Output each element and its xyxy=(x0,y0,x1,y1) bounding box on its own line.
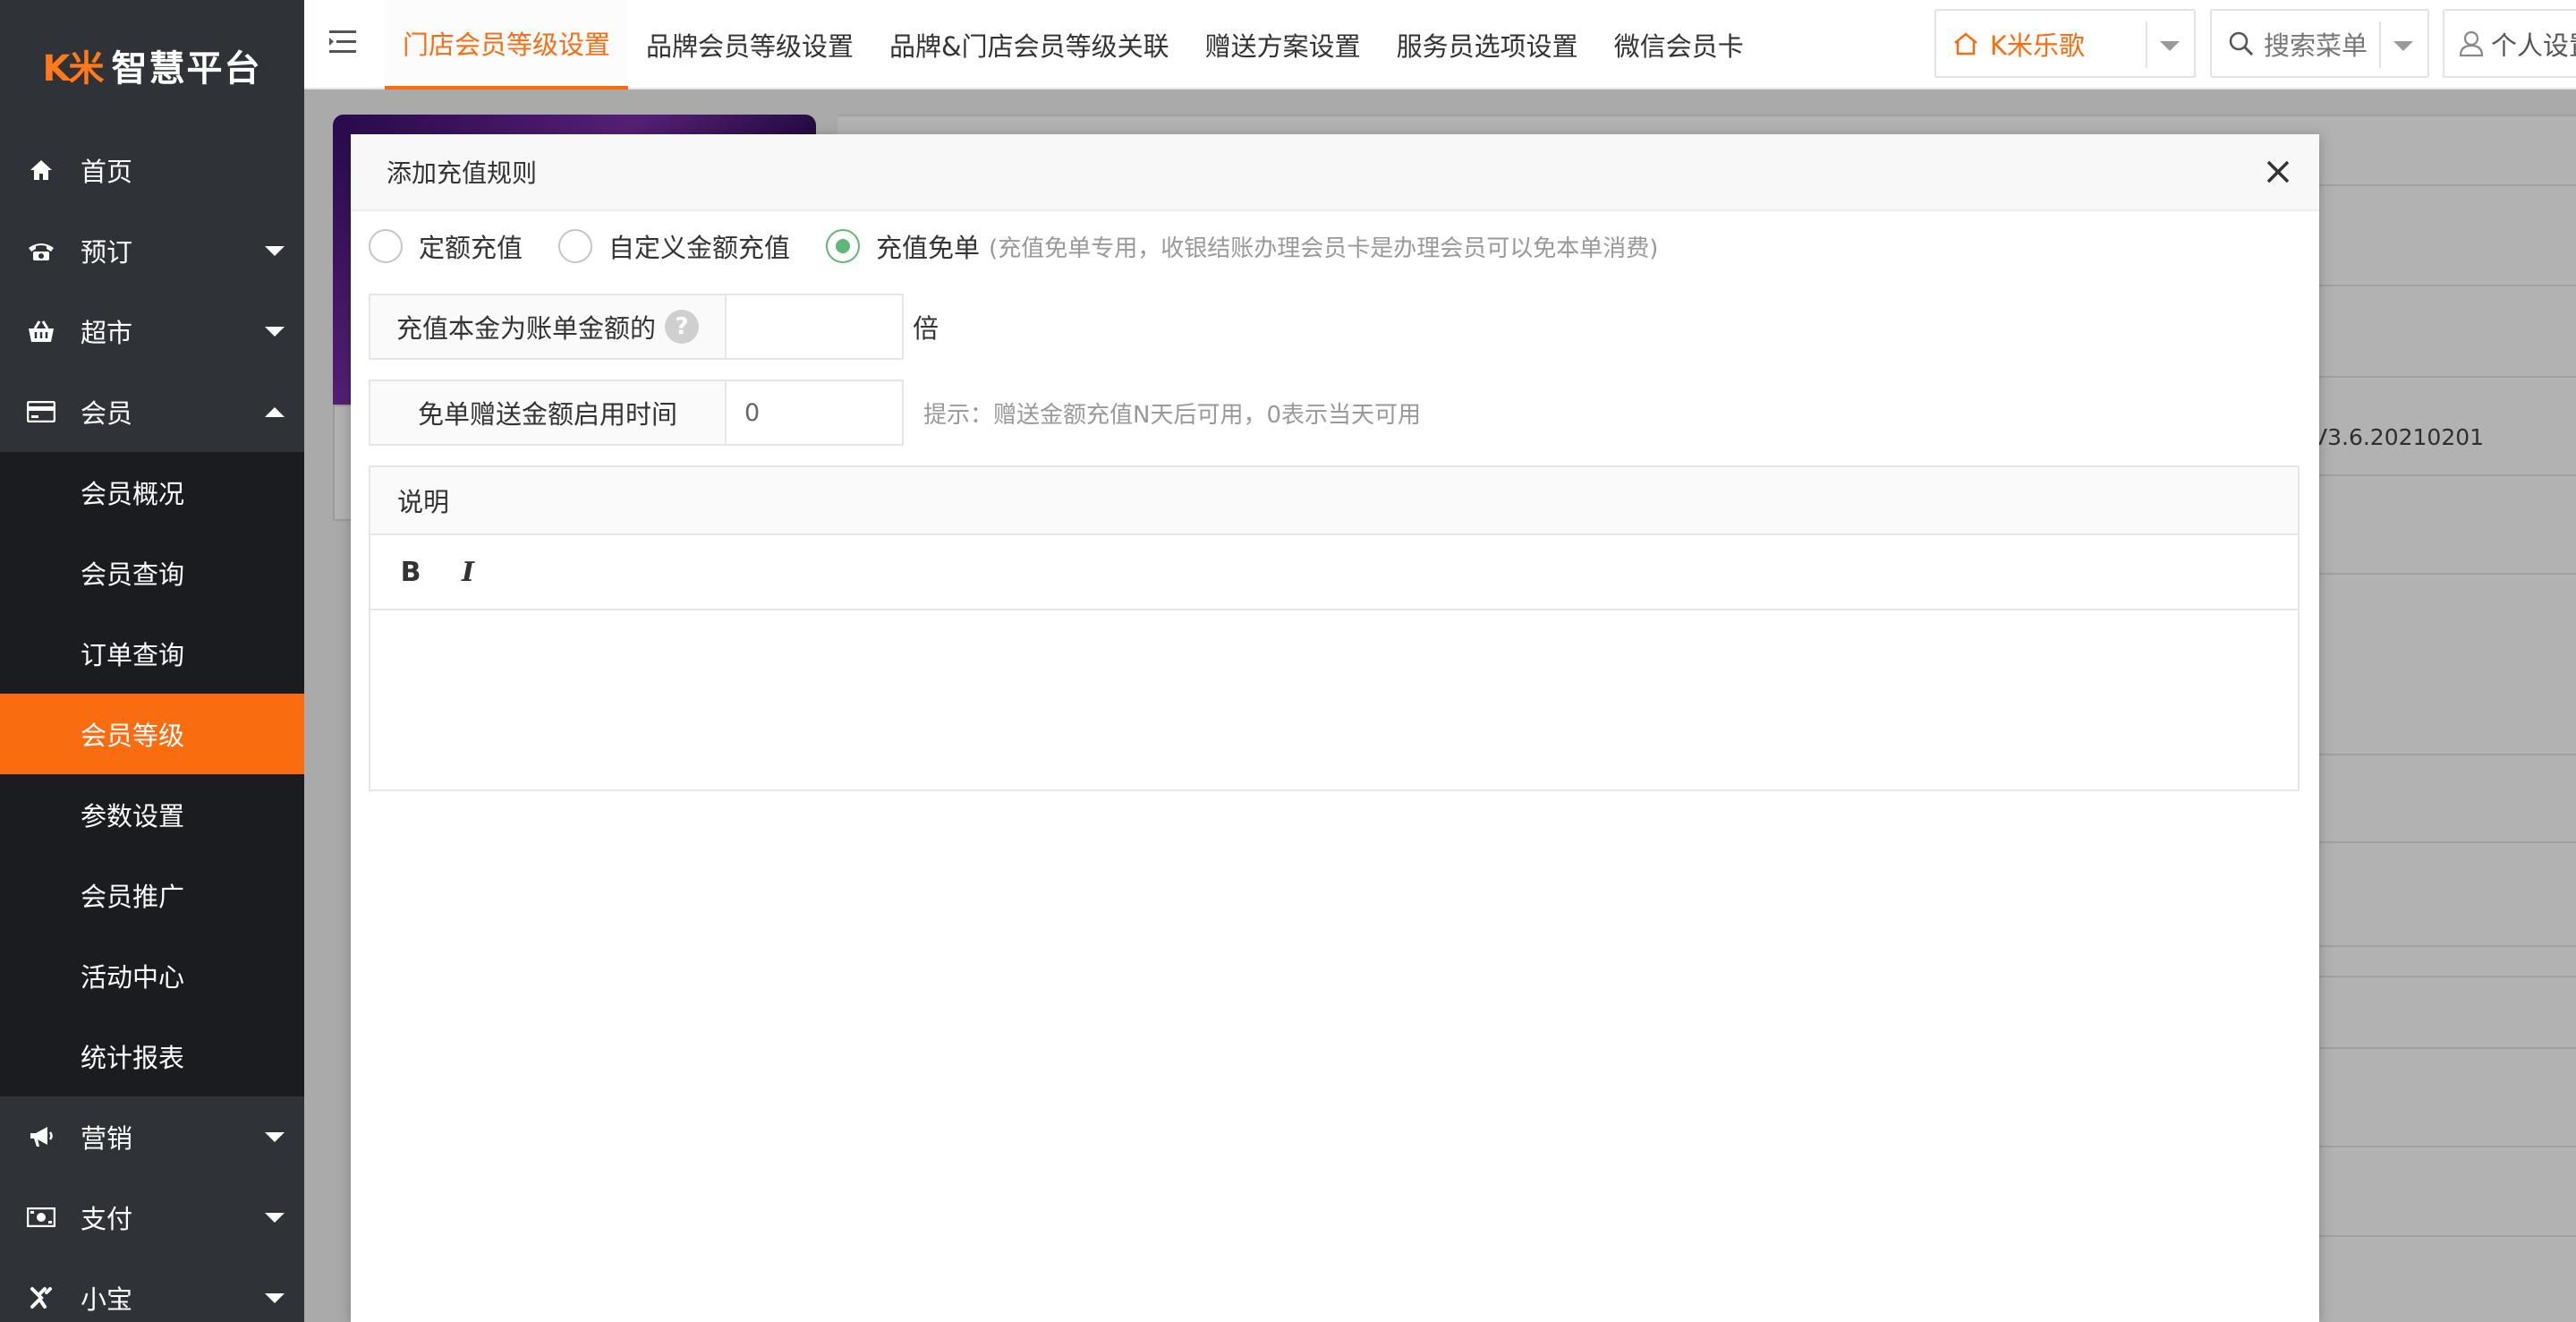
search-icon xyxy=(2228,30,2255,57)
chevron-down-icon xyxy=(265,327,285,337)
tab-gift-plan[interactable]: 赠送方案设置 xyxy=(1187,0,1379,90)
recharge-type-group: 定额充值 自定义金额充值 充值免单 (充值免单专用，收银结账办理会员卡是办理会员… xyxy=(369,224,1658,269)
divider xyxy=(2146,21,2147,68)
submenu-item-promotion[interactable]: 会员推广 xyxy=(0,855,304,935)
sidebar-item-marketing[interactable]: 营销 xyxy=(0,1096,304,1177)
radio-circle xyxy=(558,229,593,263)
description-text-area[interactable] xyxy=(370,610,2298,789)
radio-fixed-recharge[interactable]: 定额充值 xyxy=(369,227,523,265)
profile-settings-button[interactable]: 个人设置 xyxy=(2443,9,2576,78)
radio-free-bill[interactable]: 充值免单 xyxy=(826,227,980,265)
form-row-multiple: 充值本金为账单金额的 ? 倍 xyxy=(369,294,939,360)
bold-button[interactable]: B xyxy=(397,557,424,588)
sidebar-item-member[interactable]: 会员 xyxy=(0,371,304,452)
delay-days-input[interactable]: 0 xyxy=(727,380,904,446)
chevron-down-icon xyxy=(2393,41,2413,51)
home-outline-icon xyxy=(1952,31,1979,56)
field-label-text: 充值本金为账单金额的 xyxy=(395,313,656,344)
field-tip: 提示：赠送金额充值N天后可用，0表示当天可用 xyxy=(923,401,1421,429)
sidebar-item-label: 会员 xyxy=(81,398,133,429)
editor-toolbar: B I xyxy=(370,535,2298,610)
menu-search[interactable]: 搜索菜单 xyxy=(2210,9,2429,78)
chevron-down-icon xyxy=(265,1213,285,1223)
megaphone-icon xyxy=(27,1122,55,1151)
home-icon xyxy=(27,156,55,184)
tab-bar: 门店会员等级设置 品牌会员等级设置 品牌&门店会员等级关联 赠送方案设置 服务员… xyxy=(385,0,1762,90)
radio-circle-checked xyxy=(826,229,861,263)
chevron-down-icon xyxy=(265,1132,285,1142)
radio-hint: (充值免单专用，收银结账办理会员卡是办理会员可以免本单消费) xyxy=(989,235,1659,262)
tab-brand-level[interactable]: 品牌会员等级设置 xyxy=(628,0,871,90)
logo: K米 智慧平台 xyxy=(0,0,304,130)
form-row-delay: 免单赠送金额启用时间 0 提示：赠送金额充值N天后可用，0表示当天可用 xyxy=(369,380,1421,446)
menu-toggle-icon[interactable] xyxy=(329,29,360,55)
store-name: K米乐歌 xyxy=(1990,30,2086,61)
submenu-item-activity[interactable]: 活动中心 xyxy=(0,935,304,1016)
dialog-title: 添加充值规则 xyxy=(387,158,538,188)
radio-label: 定额充值 xyxy=(419,233,523,263)
help-icon[interactable]: ? xyxy=(665,310,699,344)
sidebar-item-label: 预订 xyxy=(81,237,133,268)
logo-mark: K米 xyxy=(42,47,105,90)
sidebar-item-label: 小宝 xyxy=(81,1284,133,1315)
card-icon xyxy=(27,397,55,426)
tab-store-level[interactable]: 门店会员等级设置 xyxy=(385,0,629,90)
profile-label: 个人设置 xyxy=(2491,30,2576,61)
top-bar: 门店会员等级设置 品牌会员等级设置 品牌&门店会员等级关联 赠送方案设置 服务员… xyxy=(304,0,2576,90)
field-label: 充值本金为账单金额的 ? xyxy=(369,294,727,360)
chevron-down-icon xyxy=(2160,41,2180,51)
add-recharge-rule-dialog: 添加充值规则 定额充值 自定义金额充值 充值免单 (充值免单专用，收银结账办理会… xyxy=(351,134,2319,1322)
search-placeholder: 搜索菜单 xyxy=(2264,30,2368,61)
submenu-item-params[interactable]: 参数设置 xyxy=(0,774,304,855)
tab-waiter-options[interactable]: 服务员选项设置 xyxy=(1379,0,1596,90)
radio-custom-recharge[interactable]: 自定义金额充值 xyxy=(558,227,790,265)
logo-text: 智慧平台 xyxy=(111,47,262,90)
basket-icon xyxy=(27,317,55,345)
dialog-header: 添加充值规则 xyxy=(351,134,2319,211)
chevron-down-icon xyxy=(265,1293,285,1303)
sidebar-item-label: 支付 xyxy=(81,1204,133,1234)
chevron-up-icon xyxy=(265,407,285,417)
phone-icon xyxy=(27,236,55,265)
radio-label: 自定义金额充值 xyxy=(608,233,791,263)
submenu-item-level[interactable]: 会员等级 xyxy=(0,694,304,774)
description-editor: 说明 B I xyxy=(369,465,2300,791)
chevron-down-icon xyxy=(265,246,285,256)
sidebar-item-label: 首页 xyxy=(81,157,133,187)
sidebar-item-booking[interactable]: 预订 xyxy=(0,210,304,291)
tab-wechat-card[interactable]: 微信会员卡 xyxy=(1596,0,1762,90)
multiple-input[interactable] xyxy=(727,294,904,360)
sidebar-item-label: 超市 xyxy=(81,318,133,348)
submenu-item-orders[interactable]: 订单查询 xyxy=(0,613,304,694)
radio-label: 充值免单 xyxy=(876,233,981,263)
sidebar-item-market[interactable]: 超市 xyxy=(0,291,304,371)
sidebar-item-payment[interactable]: 支付 xyxy=(0,1177,304,1258)
member-submenu: 会员概况 会员查询 订单查询 会员等级 参数设置 会员推广 活动中心 统计报表 xyxy=(0,452,304,1096)
description-label: 说明 xyxy=(370,467,2298,535)
italic-button[interactable]: I xyxy=(455,557,481,588)
divider xyxy=(2379,21,2381,68)
sidebar-item-label: 营销 xyxy=(81,1123,133,1154)
unit-suffix: 倍 xyxy=(913,313,939,344)
xiaobao-icon xyxy=(27,1284,55,1312)
submenu-item-reports[interactable]: 统计报表 xyxy=(0,1016,304,1096)
user-icon xyxy=(2459,30,2484,57)
store-selector[interactable]: K米乐歌 xyxy=(1934,9,2196,78)
field-label: 免单赠送金额启用时间 xyxy=(369,380,727,446)
sidebar-item-home[interactable]: 首页 xyxy=(0,130,304,210)
close-icon[interactable] xyxy=(2262,156,2294,188)
money-icon xyxy=(27,1203,55,1232)
sidebar: K米 智慧平台 首页 预订 超市 会员 会员概况 会员查询 订单查询 会员等级 … xyxy=(0,0,304,1322)
sidebar-item-xiaobao[interactable]: 小宝 xyxy=(0,1258,304,1322)
radio-circle xyxy=(369,229,403,263)
submenu-item-query[interactable]: 会员查询 xyxy=(0,533,304,613)
submenu-item-overview[interactable]: 会员概况 xyxy=(0,452,304,533)
tab-brand-store-link[interactable]: 品牌&门店会员等级关联 xyxy=(871,0,1187,90)
